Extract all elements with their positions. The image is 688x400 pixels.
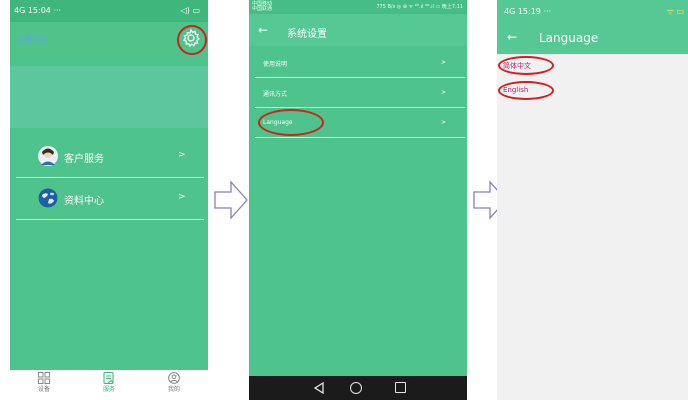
flow-arrow-icon <box>214 180 248 220</box>
highlight-ring-english <box>498 81 554 100</box>
globe-icon <box>38 188 58 208</box>
menu-item-customer-service[interactable]: 客户服务 > <box>16 136 204 178</box>
status-time: 4G 15:04 ··· <box>14 6 62 15</box>
settings-item-label: 使用说明 <box>263 61 288 68</box>
highlight-ring-settings <box>177 25 207 55</box>
user-icon <box>168 372 180 384</box>
service-icon <box>103 371 115 385</box>
android-nav-bar <box>249 376 467 400</box>
settings-item-label: 通讯方式 <box>263 91 288 98</box>
flow-illustration: 4G 15:04 ··· ◁) ▭ 设备中心 客户服务 > 资料中心 > 设备 … <box>0 0 688 400</box>
highlight-ring-language <box>258 109 324 136</box>
chevron-right-icon: > <box>178 192 186 202</box>
status-right-icons: 775 B/s ◎ ⊕ ᯤ ⁴ᴳ.ıl ⁴ᴳ.ıl ▭ 晚上7:11 <box>376 4 463 10</box>
chevron-right-icon: > <box>441 59 447 66</box>
tab-service[interactable]: 服务 <box>89 371 129 400</box>
bottom-tab-bar: 设备 服务 我的 <box>10 370 208 400</box>
tab-label: 我的 <box>167 386 180 393</box>
chevron-right-icon: > <box>441 89 447 96</box>
status-carrier: 中国移动 中国联通 <box>252 1 273 12</box>
status-bar: 4G 15:04 ··· ◁) ▭ <box>10 0 208 22</box>
menu-label: 资料中心 <box>64 196 104 207</box>
nav-recents-icon[interactable] <box>395 382 406 393</box>
tab-mine[interactable]: 我的 <box>154 372 194 400</box>
phone-screen-language: 4G 15:19 ··· ᯤ ▭ ← Language 简体中文 English <box>497 0 688 400</box>
banner-area <box>10 66 208 128</box>
back-arrow-icon[interactable]: ← <box>258 23 268 37</box>
tab-devices[interactable]: 设备 <box>24 372 64 400</box>
status-bar: 4G 15:19 ··· ᯤ ▭ <box>497 0 688 22</box>
nav-back-icon[interactable] <box>313 382 325 394</box>
nav-home-icon[interactable] <box>350 382 362 394</box>
customer-avatar-icon <box>38 146 58 166</box>
tab-label: 服务 <box>102 386 115 393</box>
menu-item-data-center[interactable]: 资料中心 > <box>16 178 204 220</box>
app-header: ← Language <box>497 22 688 54</box>
tab-label: 设备 <box>37 386 50 393</box>
status-right-icons: ᯤ ▭ <box>666 7 684 16</box>
phone-screen-service: 4G 15:04 ··· ◁) ▭ 设备中心 客户服务 > 资料中心 > 设备 … <box>10 0 208 400</box>
page-title: Language <box>539 31 599 45</box>
app-header: ← 系统设置 <box>249 14 467 46</box>
grid-icon <box>38 372 50 384</box>
phone-screen-system-settings: 中国移动 中国联通 775 B/s ◎ ⊕ ᯤ ⁴ᴳ.ıl ⁴ᴳ.ıl ▭ 晚上7… <box>249 0 467 400</box>
settings-item-instructions[interactable]: 使用说明 > <box>255 48 465 78</box>
status-bar: 中国移动 中国联通 775 B/s ◎ ⊕ ᯤ ⁴ᴳ.ıl ⁴ᴳ.ıl ▭ 晚上7… <box>249 0 467 14</box>
menu-label: 客户服务 <box>64 154 104 165</box>
back-arrow-icon[interactable]: ← <box>507 30 517 44</box>
chevron-right-icon: > <box>441 119 447 126</box>
header-title: 设备中心 <box>16 35 48 44</box>
status-time: 4G 15:19 ··· <box>504 7 552 16</box>
settings-item-contact[interactable]: 通讯方式 > <box>255 78 465 108</box>
chevron-right-icon: > <box>178 150 186 160</box>
page-title: 系统设置 <box>287 29 327 40</box>
highlight-ring-chinese <box>498 56 554 75</box>
status-right-icons: ◁) ▭ <box>180 6 200 15</box>
